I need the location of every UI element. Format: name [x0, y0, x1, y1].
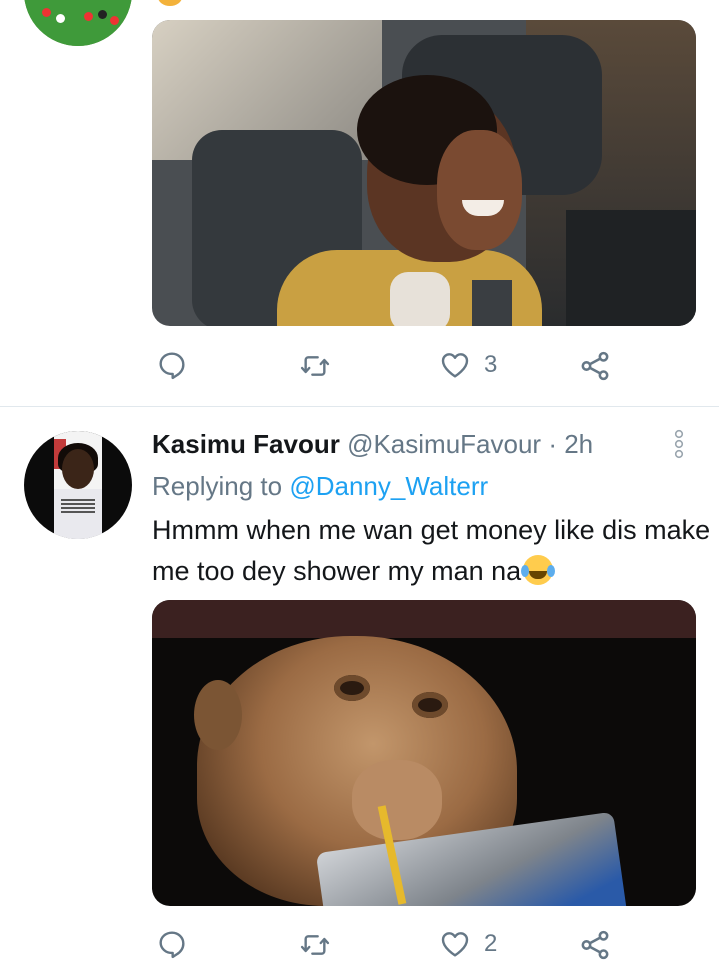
tweet-media-image[interactable] [152, 600, 696, 906]
image-child-face [437, 130, 522, 250]
avatar-image-detail [84, 12, 93, 21]
tweet-media-image[interactable] [152, 20, 696, 326]
like-count: 2 [484, 930, 498, 957]
share-button[interactable] [578, 928, 612, 962]
image-top-band [152, 600, 696, 638]
like-button[interactable]: 2 [438, 928, 497, 960]
avatar-image-detail [98, 10, 107, 19]
avatar-image-detail [42, 8, 51, 17]
replying-to-mention[interactable]: @Danny_Walterr [289, 471, 488, 501]
retweet-icon [300, 356, 330, 376]
reply-button[interactable] [156, 928, 188, 960]
face-with-tears-of-joy-icon [521, 555, 554, 585]
tweet-header: Kasimu Favour @KasimuFavour · 2h [152, 426, 593, 462]
reply-icon [159, 352, 185, 380]
image-child-collar [390, 272, 450, 326]
avatar[interactable] [24, 0, 132, 46]
image-seat-belt [472, 280, 512, 326]
like-count: 3 [484, 351, 498, 378]
image-monkey-eye [334, 675, 370, 701]
avatar-image-detail [110, 16, 119, 25]
heart-icon [441, 353, 469, 378]
retweet-icon [300, 935, 330, 955]
tweet-text-body: Hmmm when me wan get money like dis make… [152, 515, 711, 586]
time-separator: · [548, 429, 557, 459]
more-vertical-icon [674, 429, 684, 459]
tweet-timestamp[interactable]: 2h [564, 429, 593, 459]
image-monkey-ear [194, 680, 242, 750]
display-name[interactable]: Kasimu Favour [152, 429, 340, 459]
avatar-image-detail [56, 14, 65, 23]
more-options-button[interactable] [672, 429, 686, 459]
replying-to-label: Replying to [152, 471, 283, 501]
retweet-button[interactable] [298, 929, 332, 961]
heart-icon [441, 932, 469, 957]
avatar-image-face [62, 449, 94, 489]
like-button[interactable]: 3 [438, 349, 497, 381]
tweet-divider [0, 406, 719, 407]
retweet-button[interactable] [298, 350, 332, 382]
image-monkey-muzzle [352, 760, 442, 840]
avatar[interactable] [24, 431, 132, 539]
share-icon [581, 930, 609, 960]
share-button[interactable] [578, 349, 612, 383]
reply-icon [159, 931, 185, 959]
share-icon [581, 351, 609, 381]
image-monkey-eye [412, 692, 448, 718]
tweet-text: Hmmm when me wan get money like dis make… [152, 510, 712, 592]
user-handle[interactable]: @KasimuFavour [347, 429, 541, 459]
replying-to-line: Replying to @Danny_Walterr [152, 468, 488, 504]
reply-button[interactable] [156, 349, 188, 381]
avatar-image-shirt [54, 489, 102, 539]
emoji-fragment [158, 0, 182, 6]
image-car-door [566, 210, 696, 326]
avatar-image-shirt-print [61, 499, 95, 513]
